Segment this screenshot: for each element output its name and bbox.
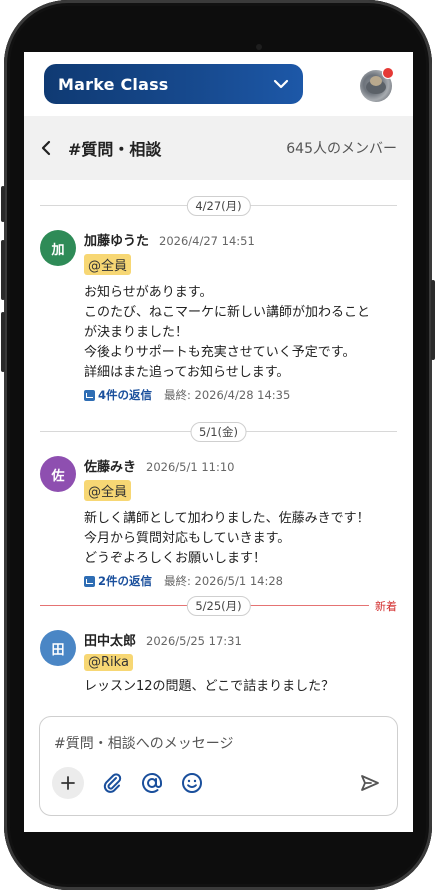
notification-dot [382, 67, 394, 79]
emoji-icon[interactable] [176, 767, 208, 799]
new-label: 新着 [369, 598, 397, 614]
mention-tag[interactable]: @Rika [84, 654, 133, 671]
chevron-down-icon [273, 79, 289, 89]
date-label: 5/1(金) [190, 422, 247, 442]
author-name[interactable]: 田中太郎 [84, 630, 136, 649]
message-input[interactable]: #質問・相談へのメッセージ [54, 733, 233, 753]
last-reply-time: 最終: 2026/5/1 14:28 [164, 574, 283, 588]
power-button [431, 280, 435, 360]
at-icon[interactable] [136, 767, 168, 799]
reply-icon [84, 389, 95, 401]
last-reply-time: 最終: 2026/4/28 14:35 [164, 388, 291, 402]
author-avatar[interactable]: 田 [40, 630, 76, 666]
thread-replies[interactable]: 4件の返信 最終: 2026/4/28 14:35 [84, 387, 397, 403]
message-text: お知らせがあります。 このたび、ねこマーケに新しい講師が加わること が決まりまし… [84, 285, 371, 380]
date-label: 4/27(月) [186, 196, 251, 216]
date-divider: 5/1(金) [40, 421, 397, 442]
channel-title: #質問・相談 [68, 140, 162, 159]
message-text: 新しく講師として加わりました、佐藤みきです！ 今月から質問対応もしていきます。 … [84, 511, 370, 566]
mention-tag[interactable]: @全員 [84, 254, 132, 275]
reply-count-link[interactable]: 2件の返信 [98, 573, 152, 589]
mention-tag[interactable]: @全員 [84, 480, 132, 501]
date-label: 5/25(月) [186, 596, 251, 616]
thread-replies[interactable]: 2件の返信 最終: 2026/5/1 14:28 [84, 573, 397, 589]
message-composer[interactable]: #質問・相談へのメッセージ [39, 716, 398, 816]
message-time: 2026/5/25 17:31 [146, 634, 242, 648]
front-camera [256, 44, 262, 50]
date-divider: 4/27(月) [40, 195, 397, 216]
paperclip-icon[interactable] [96, 767, 128, 799]
class-name: Marke Class [58, 74, 169, 94]
reply-count-link[interactable]: 4件の返信 [98, 387, 152, 403]
mute-switch [1, 186, 5, 222]
plus-icon[interactable] [52, 767, 84, 799]
volume-up-button [1, 240, 5, 300]
author-avatar[interactable]: 加 [40, 230, 76, 266]
author-name[interactable]: 加藤ゆうた [84, 230, 149, 249]
top-bar: Marke Class [24, 52, 413, 115]
send-icon[interactable] [354, 767, 386, 799]
channel-header: #質問・相談 645人のメンバー [24, 116, 413, 180]
reply-icon [84, 575, 95, 587]
message-list: 4/27(月) 加 加藤ゆうた 2026/4/27 14:51 @全員 お知らせ… [24, 180, 413, 710]
author-avatar[interactable]: 佐 [40, 456, 76, 492]
app-screen: Marke Class #質問・相談 645人のメンバー 4/27(月) 加 加… [24, 52, 413, 832]
author-name[interactable]: 佐藤みき [84, 456, 136, 475]
new-messages-divider: 5/25(月) 新着 [40, 595, 397, 616]
volume-down-button [1, 312, 5, 372]
back-icon[interactable] [40, 137, 62, 159]
message-text: レッスン12の問題、どこで詰まりました？ [84, 679, 335, 694]
message-time: 2026/4/27 14:51 [159, 234, 255, 248]
class-selector[interactable]: Marke Class [44, 64, 303, 104]
message-time: 2026/5/1 11:10 [146, 460, 235, 474]
member-count[interactable]: 645人のメンバー [286, 138, 397, 158]
